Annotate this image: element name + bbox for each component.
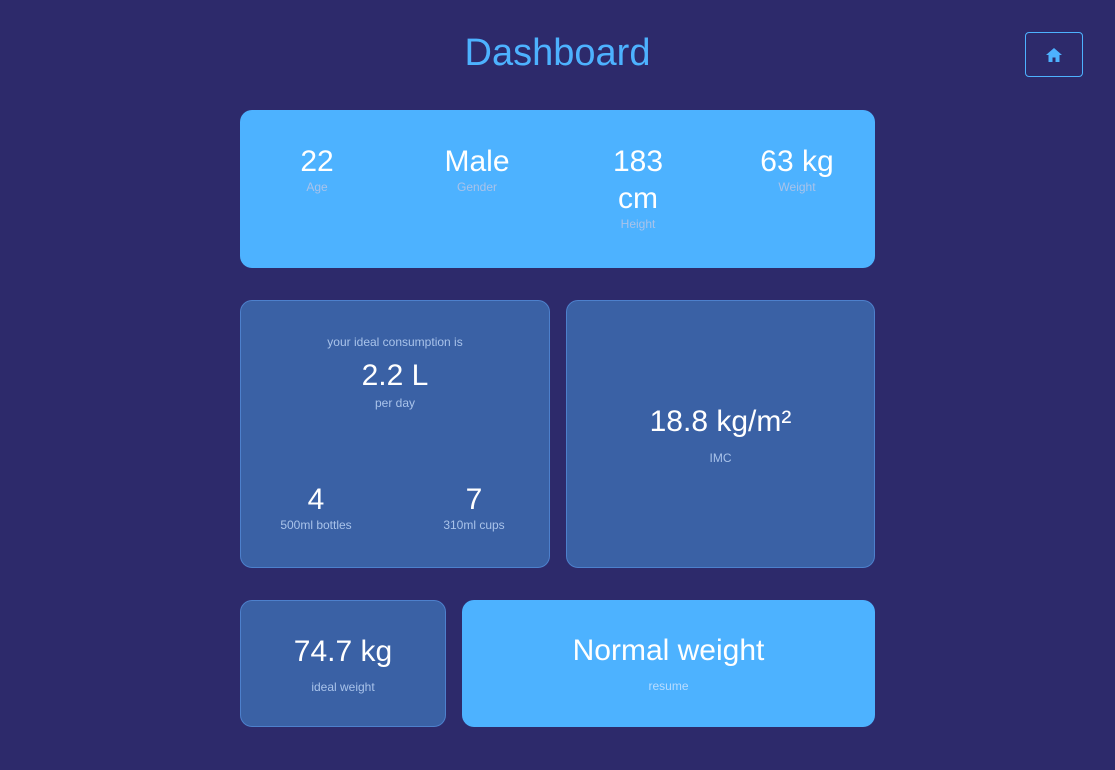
cups-label: 310ml cups <box>443 518 505 532</box>
gender-stat: Male Gender <box>422 143 532 194</box>
ideal-weight-value: 74.7 kg <box>293 635 393 668</box>
water-period: per day <box>374 396 416 410</box>
height-value: 183 cm <box>612 145 664 215</box>
height-stat: 183 cm Height <box>598 143 678 231</box>
resume-label: resume <box>648 679 689 693</box>
ideal-weight-card: 74.7 kg ideal weight <box>240 600 446 727</box>
bottles-value: 4 <box>307 483 325 516</box>
age-label: Age <box>306 180 328 194</box>
water-card: your ideal consumption is 2.2 L per day … <box>240 300 550 568</box>
bottles-stat: 4 500ml bottles <box>261 481 371 532</box>
resume-value: Normal weight <box>572 634 765 667</box>
weight-value: 63 kg <box>760 145 834 178</box>
cups-stat: 7 310ml cups <box>419 481 529 532</box>
gender-label: Gender <box>456 180 498 194</box>
weight-label: Weight <box>778 180 816 194</box>
water-intro: your ideal consumption is <box>327 335 463 349</box>
resume-card: Normal weight resume <box>462 600 875 727</box>
water-amount: 2.2 L <box>361 359 429 392</box>
gender-value: Male <box>444 145 510 178</box>
ideal-weight-label: ideal weight <box>311 680 375 694</box>
age-value: 22 <box>300 145 334 178</box>
imc-value: 18.8 kg/m² <box>649 405 792 438</box>
home-icon <box>1046 47 1062 62</box>
height-label: Height <box>620 217 656 231</box>
home-button[interactable] <box>1025 32 1083 77</box>
cups-value: 7 <box>465 483 483 516</box>
bottles-label: 500ml bottles <box>280 518 352 532</box>
page-title: Dashboard <box>464 32 651 74</box>
weight-stat: 63 kg Weight <box>742 143 852 194</box>
imc-label: IMC <box>709 451 732 465</box>
imc-card: 18.8 kg/m² IMC <box>566 300 875 568</box>
age-stat: 22 Age <box>262 143 372 194</box>
